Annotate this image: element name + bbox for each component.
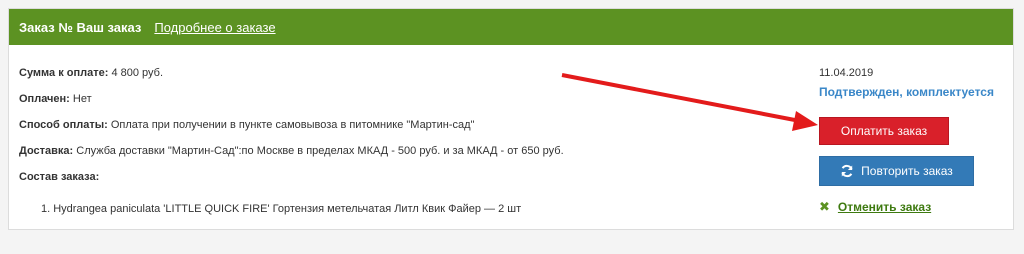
delivery-value: Служба доставки "Мартин-Сад":по Москве в…: [73, 145, 564, 157]
list-item: 1. Hydrangea paniculata 'LITTLE QUICK FI…: [41, 203, 522, 215]
refresh-icon: [840, 164, 854, 178]
repeat-order-label: Повторить заказ: [861, 164, 953, 178]
delivery-label: Доставка:: [19, 145, 74, 157]
sum-value: 4 800 руб.: [108, 67, 164, 79]
payment-value: Оплата при получении в пункте самовывоза…: [107, 119, 475, 131]
order-items: 1. Hydrangea paniculata 'LITTLE QUICK FI…: [41, 203, 521, 216]
next-section-heading-clipped: [10, 240, 380, 254]
order-date: 11.04.2019: [819, 67, 874, 79]
paid-value: Нет: [69, 93, 92, 105]
cancel-order-label: Отменить заказ: [837, 200, 932, 214]
pay-order-button[interactable]: Оплатить заказ: [819, 117, 949, 145]
sum-row: Сумма к оплате: 4 800 руб.: [19, 67, 163, 80]
payment-label: Способ оплаты:: [19, 119, 108, 131]
order-status: Подтвержден, комплектуется: [819, 85, 994, 99]
paid-row: Оплачен: Нет: [19, 93, 92, 106]
paid-label: Оплачен:: [19, 93, 70, 105]
payment-row: Способ оплаты: Оплата при получении в пу…: [19, 119, 474, 132]
order-details-link[interactable]: Подробнее о заказе: [154, 20, 275, 35]
delivery-row: Доставка: Служба доставки "Мартин-Сад":п…: [19, 145, 564, 158]
page: Заказ № Ваш заказ Подробнее о заказе Сум…: [0, 0, 1024, 254]
order-header: Заказ № Ваш заказ Подробнее о заказе: [9, 9, 1013, 45]
cross-icon: ✖: [819, 199, 830, 214]
repeat-order-button[interactable]: Повторить заказ: [819, 156, 974, 186]
composition-row: Состав заказа:: [19, 171, 99, 184]
composition-label: Состав заказа:: [19, 171, 100, 183]
order-card: Заказ № Ваш заказ Подробнее о заказе Сум…: [8, 8, 1014, 230]
order-title: Заказ № Ваш заказ: [19, 19, 142, 35]
sum-label: Сумма к оплате:: [19, 67, 109, 79]
pay-order-label: Оплатить заказ: [840, 124, 928, 138]
cancel-order-link[interactable]: ✖ Отменить заказ: [819, 199, 931, 215]
